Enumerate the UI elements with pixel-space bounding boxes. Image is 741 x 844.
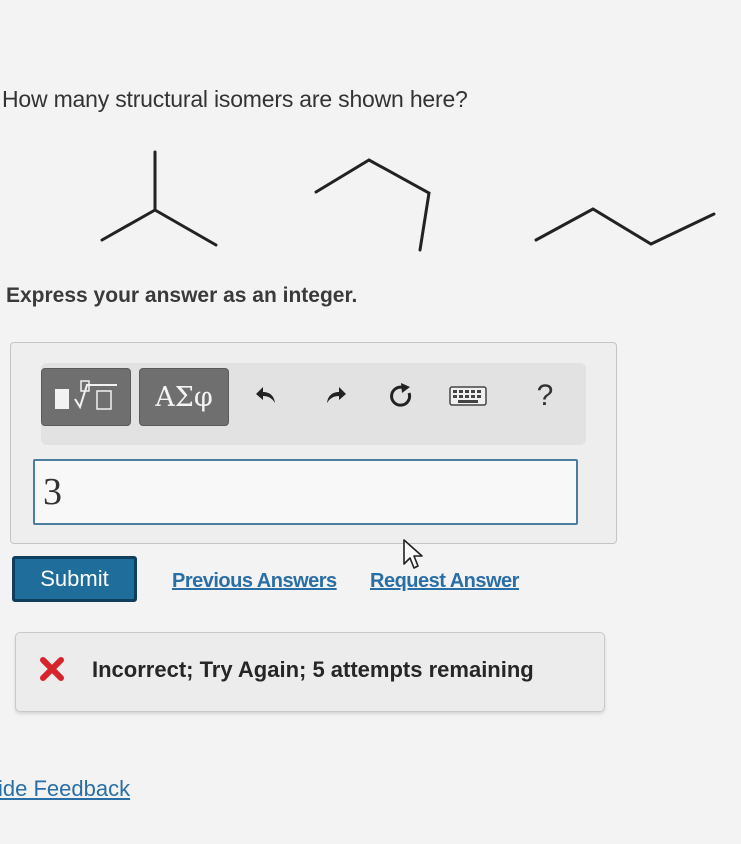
previous-answers-link[interactable]: Previous Answers xyxy=(172,570,337,593)
hide-feedback-link[interactable]: ide Feedback xyxy=(0,776,130,802)
reset-button[interactable] xyxy=(382,377,420,415)
redo-icon xyxy=(327,387,346,403)
keyboard-button[interactable] xyxy=(443,377,493,415)
answer-input[interactable]: 3 xyxy=(33,459,578,525)
answer-instruction: Express your answer as an integer. xyxy=(6,284,358,307)
answer-panel: ΑΣφ ? 3 xyxy=(10,342,617,544)
isobutane-structure xyxy=(100,150,218,247)
symbols-button[interactable]: ΑΣφ xyxy=(139,368,229,426)
isomer-structures xyxy=(100,150,716,252)
submit-button[interactable]: Submit xyxy=(12,556,137,602)
x-mark-icon xyxy=(40,657,64,681)
templates-radical-icon xyxy=(55,380,117,410)
butane-zigzag-structure xyxy=(534,207,716,246)
redo-button[interactable] xyxy=(316,377,354,415)
request-answer-link[interactable]: Request Answer xyxy=(370,570,519,593)
help-button[interactable]: ? xyxy=(526,377,564,415)
undo-button[interactable] xyxy=(248,377,286,415)
math-toolbar: ΑΣφ ? xyxy=(41,363,586,445)
butane-bent-structure xyxy=(314,158,431,252)
undo-icon xyxy=(256,387,275,403)
keyboard-icon xyxy=(449,386,487,406)
mouse-cursor-icon xyxy=(403,539,423,569)
question-text: How many structural isomers are shown he… xyxy=(2,86,468,112)
reset-icon xyxy=(390,383,412,407)
feedback-text: Incorrect; Try Again; 5 attempts remaini… xyxy=(92,657,534,682)
templates-button[interactable] xyxy=(41,368,131,426)
feedback-message: Incorrect; Try Again; 5 attempts remaini… xyxy=(15,632,605,712)
